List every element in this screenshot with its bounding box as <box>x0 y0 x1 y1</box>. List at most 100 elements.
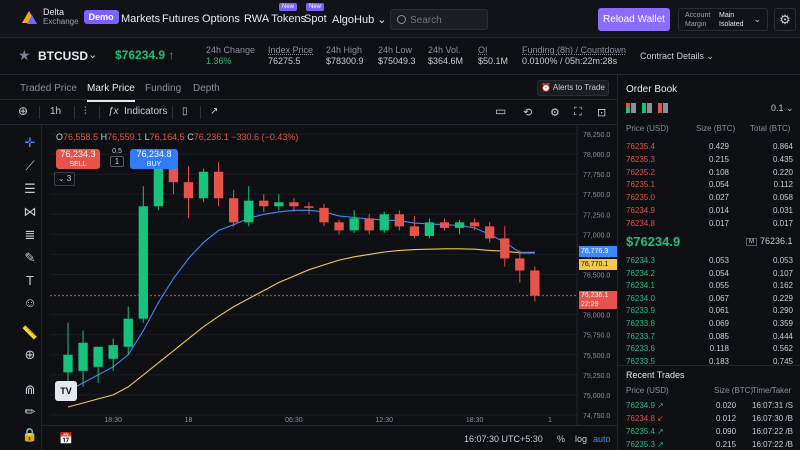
indicator-collapse-toggle[interactable]: ⌄ 3 <box>54 172 75 186</box>
book-view-bids-icon[interactable] <box>642 103 652 113</box>
quick-sell-button[interactable]: 76,234.3 SELL <box>56 149 100 169</box>
ask-price: 76235.4 <box>626 142 655 151</box>
mark-badge: M <box>746 237 757 246</box>
tab-funding[interactable]: Funding <box>145 83 181 94</box>
text-tool-icon[interactable]: T <box>20 273 40 288</box>
candle-body <box>78 342 88 371</box>
bid-size: 0.085 <box>708 331 729 341</box>
nav-futures[interactable]: Futures <box>162 13 199 25</box>
bid-row[interactable]: 76234.1 0.055 0.162 <box>618 280 800 292</box>
zoom-in-icon[interactable]: ⊕ <box>20 347 40 363</box>
ask-row[interactable]: 76234.9 0.014 0.031 <box>618 205 800 217</box>
nav-rwa-tokens[interactable]: RWA Tokens <box>244 13 306 25</box>
account-margin-selector[interactable]: Account Main Margin Isolated ⌄ <box>678 8 768 31</box>
bid-row[interactable]: 76234.3 0.053 0.053 <box>618 255 800 267</box>
ask-row[interactable]: 76235.1 0.054 0.112 <box>618 179 800 191</box>
nav-options[interactable]: Options <box>202 13 240 25</box>
replay-icon[interactable]: ⟲ <box>523 106 532 119</box>
stat-label: 24h Low <box>378 45 413 55</box>
ruler-icon[interactable]: 📏 <box>20 325 40 341</box>
external-link-icon[interactable]: ↗ <box>210 106 218 117</box>
chevron-down-icon[interactable]: ⌄ <box>88 48 97 61</box>
favorite-star-icon[interactable]: ★ <box>18 47 31 64</box>
bid-row[interactable]: 76233.9 0.061 0.290 <box>618 305 800 317</box>
chart-clock[interactable]: 16:07:30 UTC+5:30 <box>464 434 543 444</box>
brand-logo[interactable]: Delta Exchange Demo <box>22 8 119 26</box>
candle-body <box>108 345 118 359</box>
fullscreen-icon[interactable]: ⛶ <box>574 106 582 119</box>
lock-icon[interactable]: 🔒 <box>20 427 40 443</box>
candle-body <box>138 206 148 319</box>
recent-trades: Recent Trades Price (USD) Size (BTC) Tim… <box>617 365 800 450</box>
ask-row[interactable]: 76234.8 0.017 0.017 <box>618 218 800 230</box>
fib-tool-icon[interactable]: ≣ <box>20 227 40 243</box>
magnet-icon[interactable]: ⋒ <box>20 382 40 398</box>
order-qty-input[interactable]: 1 <box>110 156 124 167</box>
horizontal-lines-icon[interactable]: ☰ <box>20 181 40 197</box>
trade-size: 0.090 <box>716 427 737 436</box>
bid-row[interactable]: 76233.7 0.085 0.444 <box>618 331 800 343</box>
indicators-button[interactable]: Indicators <box>124 106 167 117</box>
tab-traded-price[interactable]: Traded Price <box>20 83 77 94</box>
log-scale-toggle[interactable]: log <box>575 434 587 444</box>
new-tag-rwa: New <box>279 3 298 11</box>
alerts-to-trade-button[interactable]: ⏰ Alerts to Trade <box>537 80 609 96</box>
book-view-both-icon[interactable] <box>626 103 636 113</box>
ask-row[interactable]: 76235.4 0.429 0.864 <box>618 141 800 153</box>
ask-row[interactable]: 76235.2 0.108 0.220 <box>618 167 800 179</box>
quick-buy-button[interactable]: 76,234.8 BUY <box>130 149 178 169</box>
contract-details-link[interactable]: Contract Details ⌄ <box>640 51 714 62</box>
lock-drawing-icon[interactable]: ✏ <box>20 404 40 420</box>
ma-fast-line <box>67 209 535 392</box>
settings-gear-button[interactable]: ⚙ <box>774 8 796 31</box>
ask-row[interactable]: 76235.3 0.215 0.435 <box>618 154 800 166</box>
reload-wallet-button[interactable]: Reload Wallet <box>598 8 670 31</box>
candle-type-icon[interactable]: ⫶ <box>84 106 87 117</box>
bid-total: 0.229 <box>772 293 793 303</box>
price-chart[interactable]: 78,250.0 78,000.0 77,750.0 77,500.0 77,250.0… <box>42 125 617 425</box>
trend-line-icon[interactable]: ⟋ <box>20 158 40 174</box>
search-box[interactable] <box>390 9 488 30</box>
candle-body <box>213 171 224 199</box>
settings-gear-icon[interactable]: ⚙ <box>550 106 560 119</box>
crosshair-icon[interactable]: ✛ <box>20 135 40 151</box>
add-symbol-icon[interactable]: ⊕ <box>18 104 28 118</box>
tab-mark-price[interactable]: Mark Price <box>87 83 135 102</box>
bid-row[interactable]: 76234.0 0.067 0.229 <box>618 293 800 305</box>
percent-scale-toggle[interactable]: % <box>557 434 565 444</box>
symbol-selector[interactable]: BTCUSD <box>38 49 88 63</box>
y-tick-label: 75,750.0 <box>583 333 610 340</box>
emoji-icon[interactable]: ☺ <box>20 295 40 310</box>
search-input[interactable] <box>410 13 484 27</box>
interval-selector[interactable]: 1h <box>50 106 61 117</box>
nav-algohub[interactable]: AlgoHub ⌄ <box>332 13 386 26</box>
tab-depth[interactable]: Depth <box>193 83 220 94</box>
date-range-icon[interactable]: 📅 <box>59 432 73 445</box>
x-tick-label: 06:30 <box>285 417 303 424</box>
book-view-asks-icon[interactable] <box>658 103 668 113</box>
templates-icon[interactable]: ▯ <box>182 106 188 117</box>
candle-body <box>228 198 239 223</box>
bid-row[interactable]: 76234.2 0.054 0.107 <box>618 268 800 280</box>
ma-slow-price-tag: 76,770.1 <box>579 258 617 270</box>
layout-icon[interactable]: ▭ <box>495 104 506 118</box>
candle-body <box>349 218 359 231</box>
tradingview-logo[interactable]: TV <box>55 381 77 401</box>
chart-canvas[interactable]: 78,250.0 78,000.0 77,750.0 77,500.0 77,250.0… <box>42 125 617 425</box>
pattern-icon[interactable]: ⋈ <box>20 204 40 220</box>
auto-scale-toggle[interactable]: auto <box>593 434 611 444</box>
order-book-title: Order Book <box>626 84 678 95</box>
stat-24h-low: 24h Low $75049.3 <box>378 45 416 67</box>
ask-row[interactable]: 76235.0 0.027 0.058 <box>618 192 800 204</box>
bid-row[interactable]: 76233.6 0.118 0.562 <box>618 343 800 355</box>
nav-spot[interactable]: Spot <box>304 13 327 25</box>
nav-markets[interactable]: Markets <box>121 13 160 25</box>
brush-icon[interactable]: ✎ <box>20 250 40 266</box>
camera-icon[interactable]: ⊡ <box>597 106 606 119</box>
tick-size-selector[interactable]: 0.1 ⌄ <box>771 103 794 114</box>
last-price-tag: 76,236.1 22:29 <box>579 290 617 309</box>
indicators-icon[interactable]: ƒx <box>108 106 119 117</box>
trade-row: 76234.8 ↙ 0.012 16:07:30 /B <box>618 414 800 426</box>
bid-row[interactable]: 76233.8 0.069 0.359 <box>618 318 800 330</box>
candle-body <box>394 214 405 227</box>
